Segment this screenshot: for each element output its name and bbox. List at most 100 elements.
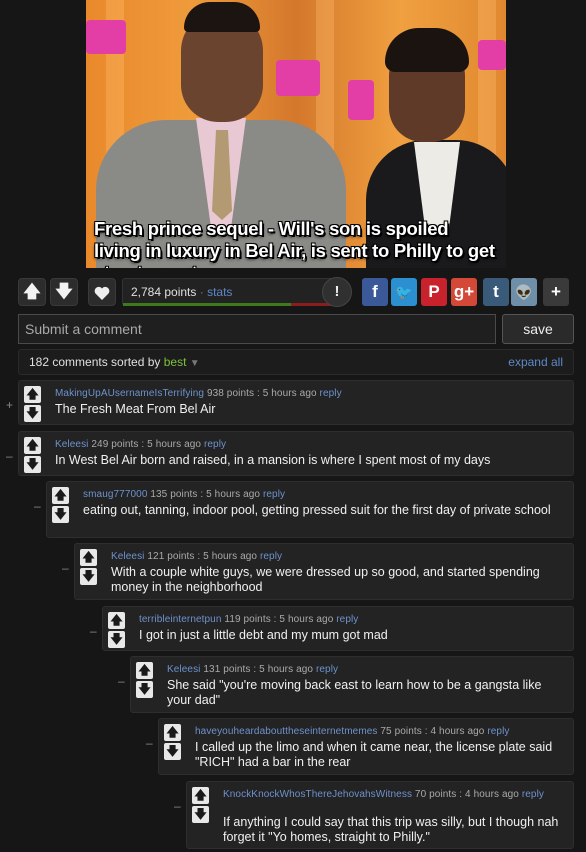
comment-meta: Keleesi 249 points : 5 hours ago reply xyxy=(55,439,226,450)
collapse-toggle[interactable]: – xyxy=(6,449,13,463)
comment-points-time: 131 points : 5 hours ago xyxy=(200,664,316,675)
comment-upvote-button[interactable]: 🡅 xyxy=(52,487,69,504)
comment-text: I called up the limo and when it came ne… xyxy=(195,740,553,769)
comment-username[interactable]: KnockKnockWhosThereJehovahsWitness xyxy=(223,789,412,800)
comment: 🡅 🡇 haveyouheardabouttheseinternetmemes 75… xyxy=(158,718,574,775)
comment-points-time: 70 points : 4 hours ago xyxy=(412,789,522,800)
comment-username[interactable]: haveyouheardabouttheseinternetmemes xyxy=(195,726,378,737)
reply-link[interactable]: reply xyxy=(522,789,544,800)
arrow-up-icon: 🡅 xyxy=(23,282,41,301)
post-image[interactable]: Fresh prince sequel - Will's son is spoi… xyxy=(86,0,506,268)
comment-username[interactable]: Keleesi xyxy=(167,664,201,675)
comment-username[interactable]: terribleinternetpun xyxy=(139,614,222,625)
reply-link[interactable]: reply xyxy=(487,726,509,737)
background-light xyxy=(276,60,320,96)
collapse-toggle[interactable]: – xyxy=(118,674,125,688)
stats-link[interactable]: stats xyxy=(207,285,232,299)
comment-meta: KnockKnockWhosThereJehovahsWitness 70 po… xyxy=(223,789,567,800)
person-right-hair xyxy=(385,28,469,72)
comment-downvote-button[interactable]: 🡇 xyxy=(108,631,125,648)
collapse-toggle[interactable]: – xyxy=(174,799,181,813)
reply-link[interactable]: reply xyxy=(336,614,358,625)
comment-downvote-button[interactable]: 🡇 xyxy=(52,506,69,523)
background-light xyxy=(86,20,126,54)
expand-toggle[interactable]: + xyxy=(6,398,13,412)
tumblr-icon[interactable]: t xyxy=(483,278,509,306)
background-light xyxy=(478,40,506,70)
comment-text: I got in just a little debt and my mum g… xyxy=(139,628,388,642)
comment-text: eating out, tanning, indoor pool, gettin… xyxy=(83,503,551,517)
comment-points-time: 75 points : 4 hours ago xyxy=(377,726,488,737)
comment-points-time: 121 points : 5 hours ago xyxy=(144,551,260,562)
comment-downvote-button[interactable]: 🡇 xyxy=(24,405,41,422)
comment-meta: terribleinternetpun 119 points : 5 hours… xyxy=(139,614,358,625)
upvote-button[interactable]: 🡅 xyxy=(18,278,46,306)
reddit-icon[interactable]: 👽 xyxy=(511,278,537,306)
reply-link[interactable]: reply xyxy=(316,664,338,675)
reply-link[interactable]: reply xyxy=(263,489,285,500)
sort-dropdown[interactable]: best xyxy=(164,355,187,369)
comment-upvote-button[interactable]: 🡅 xyxy=(136,662,153,679)
person-left-hair xyxy=(184,2,260,32)
comment-downvote-button[interactable]: 🡇 xyxy=(24,456,41,473)
chevron-down-icon[interactable]: ▼ xyxy=(190,358,200,369)
facebook-icon[interactable]: f xyxy=(362,278,388,306)
save-button[interactable]: save xyxy=(502,314,574,344)
comment-upvote-button[interactable]: 🡅 xyxy=(108,612,125,629)
points-display: 2,784 points · stats xyxy=(122,278,334,306)
comment-points-time: 938 points : 5 hours ago xyxy=(204,388,320,399)
collapse-toggle[interactable]: – xyxy=(34,499,41,513)
reply-link[interactable]: reply xyxy=(260,551,282,562)
arrow-down-icon: 🡇 xyxy=(55,282,73,301)
comments-sort-bar: 182 comments sorted by best ▼ expand all xyxy=(18,349,574,375)
expand-all-link[interactable]: expand all xyxy=(508,350,563,374)
downvote-button[interactable]: 🡇 xyxy=(50,278,78,306)
collapse-toggle[interactable]: – xyxy=(62,561,69,575)
comment: 🡅 🡇 Keleesi 131 points : 5 hours ago reply… xyxy=(130,656,574,713)
comment-points-time: 135 points : 5 hours ago xyxy=(147,489,263,500)
favorite-button[interactable] xyxy=(88,278,116,306)
comment: 🡅 🡇 KnockKnockWhosThereJehovahsWitness 70 … xyxy=(186,781,574,849)
comment-username[interactable]: smaug777000 xyxy=(83,489,147,500)
comment-username[interactable]: MakingUpAUsernameIsTerrifying xyxy=(55,388,204,399)
comment-username[interactable]: Keleesi xyxy=(55,439,89,450)
image-caption: Fresh prince sequel - Will's son is spoi… xyxy=(94,218,495,268)
comment-text: With a couple white guys, we were dresse… xyxy=(111,565,540,594)
separator: · xyxy=(199,285,204,299)
plus-icon[interactable]: + xyxy=(543,278,569,306)
comment: 🡅 🡇 MakingUpAUsernameIsTerrifying 938 poin… xyxy=(18,380,574,425)
comment-upvote-button[interactable]: 🡅 xyxy=(80,549,97,566)
comment: 🡅 🡇 Keleesi 121 points : 5 hours ago reply… xyxy=(74,543,574,600)
collapse-toggle[interactable]: – xyxy=(90,624,97,638)
comment-meta: MakingUpAUsernameIsTerrifying 938 points… xyxy=(55,388,342,399)
background-light xyxy=(348,80,374,120)
comment-text: If anything I could say that this trip w… xyxy=(223,815,559,844)
comment-upvote-button[interactable]: 🡅 xyxy=(192,787,209,804)
googleplus-icon[interactable]: g+ xyxy=(451,278,477,306)
reply-link[interactable]: reply xyxy=(204,439,226,450)
comment-meta: Keleesi 121 points : 5 hours ago reply xyxy=(111,551,282,562)
report-button[interactable]: ! xyxy=(322,277,352,307)
comment-downvote-button[interactable]: 🡇 xyxy=(80,568,97,585)
comment-downvote-button[interactable]: 🡇 xyxy=(164,743,181,760)
reply-link[interactable]: reply xyxy=(320,388,342,399)
comment-upvote-button[interactable]: 🡅 xyxy=(24,386,41,403)
comment-text: In West Bel Air born and raised, in a ma… xyxy=(55,453,491,467)
comment-input[interactable] xyxy=(18,314,496,344)
heart-icon xyxy=(94,286,110,300)
collapse-toggle[interactable]: – xyxy=(146,736,153,750)
comment-downvote-button[interactable]: 🡇 xyxy=(136,681,153,698)
comment-points-time: 119 points : 5 hours ago xyxy=(221,614,337,625)
comment-username[interactable]: Keleesi xyxy=(111,551,145,562)
pinterest-icon[interactable]: P xyxy=(421,278,447,306)
comment: 🡅 🡇 terribleinternetpun 119 points : 5 hou… xyxy=(102,606,574,651)
comment-downvote-button[interactable]: 🡇 xyxy=(192,806,209,823)
upvote-ratio-bar xyxy=(123,303,293,306)
comment-upvote-button[interactable]: 🡅 xyxy=(24,437,41,454)
twitter-icon[interactable]: 🐦 xyxy=(391,278,417,306)
comment-text: She said "you're moving back east to lea… xyxy=(167,678,542,707)
comment-upvote-button[interactable]: 🡅 xyxy=(164,724,181,741)
comment-meta: Keleesi 131 points : 5 hours ago reply xyxy=(167,664,338,675)
comment-points-time: 249 points : 5 hours ago xyxy=(88,439,204,450)
comment-meta: haveyouheardabouttheseinternetmemes 75 p… xyxy=(195,726,510,737)
